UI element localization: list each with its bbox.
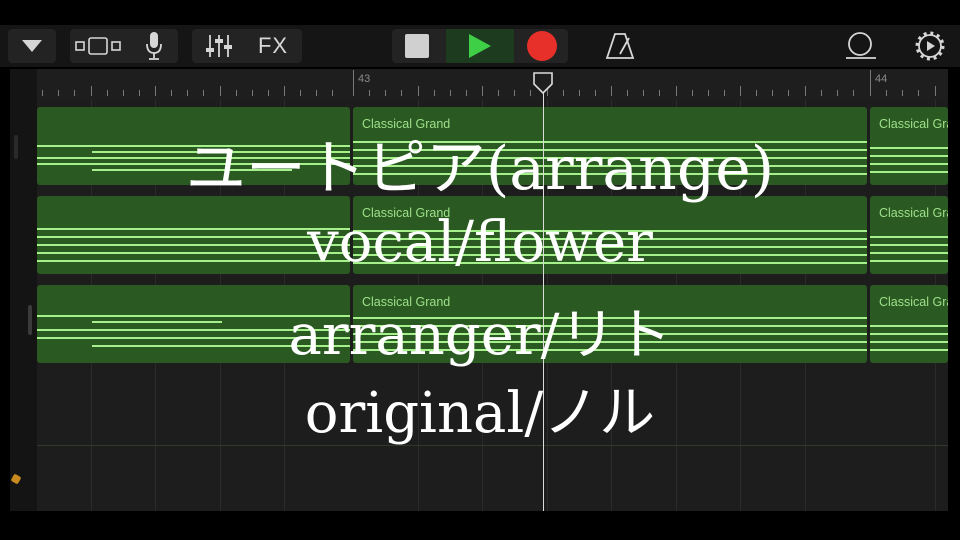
bar-number-43: 43 <box>358 73 371 85</box>
mixer-icon[interactable] <box>192 29 246 63</box>
browser-dropdown-icon[interactable] <box>8 29 56 63</box>
playhead-handle[interactable] <box>533 72 553 95</box>
microphone-icon[interactable] <box>136 29 172 63</box>
fx-button[interactable]: FX <box>248 29 298 63</box>
stop-icon[interactable] <box>392 29 442 63</box>
record-icon[interactable] <box>516 29 568 63</box>
mix-group: FX <box>192 29 302 63</box>
view-group <box>70 29 178 63</box>
overlay-arranger: arranger/リト <box>288 303 672 368</box>
overlay-vocal: vocal/flower <box>307 210 653 275</box>
play-icon[interactable] <box>446 29 514 63</box>
bar-tick <box>870 70 871 96</box>
bar-number-44: 44 <box>875 73 888 85</box>
metronome-icon[interactable] <box>598 29 642 63</box>
bar-tick <box>353 70 354 96</box>
pencil-icon <box>10 473 22 485</box>
overlay-title: ユートピア(arrange) <box>185 134 775 204</box>
loop-icon[interactable] <box>836 29 886 63</box>
settings-icon[interactable] <box>908 29 952 63</box>
toolbar: FX <box>0 25 960 67</box>
overlay-original: original/ノル <box>304 381 656 446</box>
transport-group <box>392 29 568 63</box>
tracks-view-icon[interactable] <box>70 29 126 63</box>
browser-group <box>8 29 56 63</box>
timeline-ruler[interactable]: 43 44 <box>37 69 948 99</box>
